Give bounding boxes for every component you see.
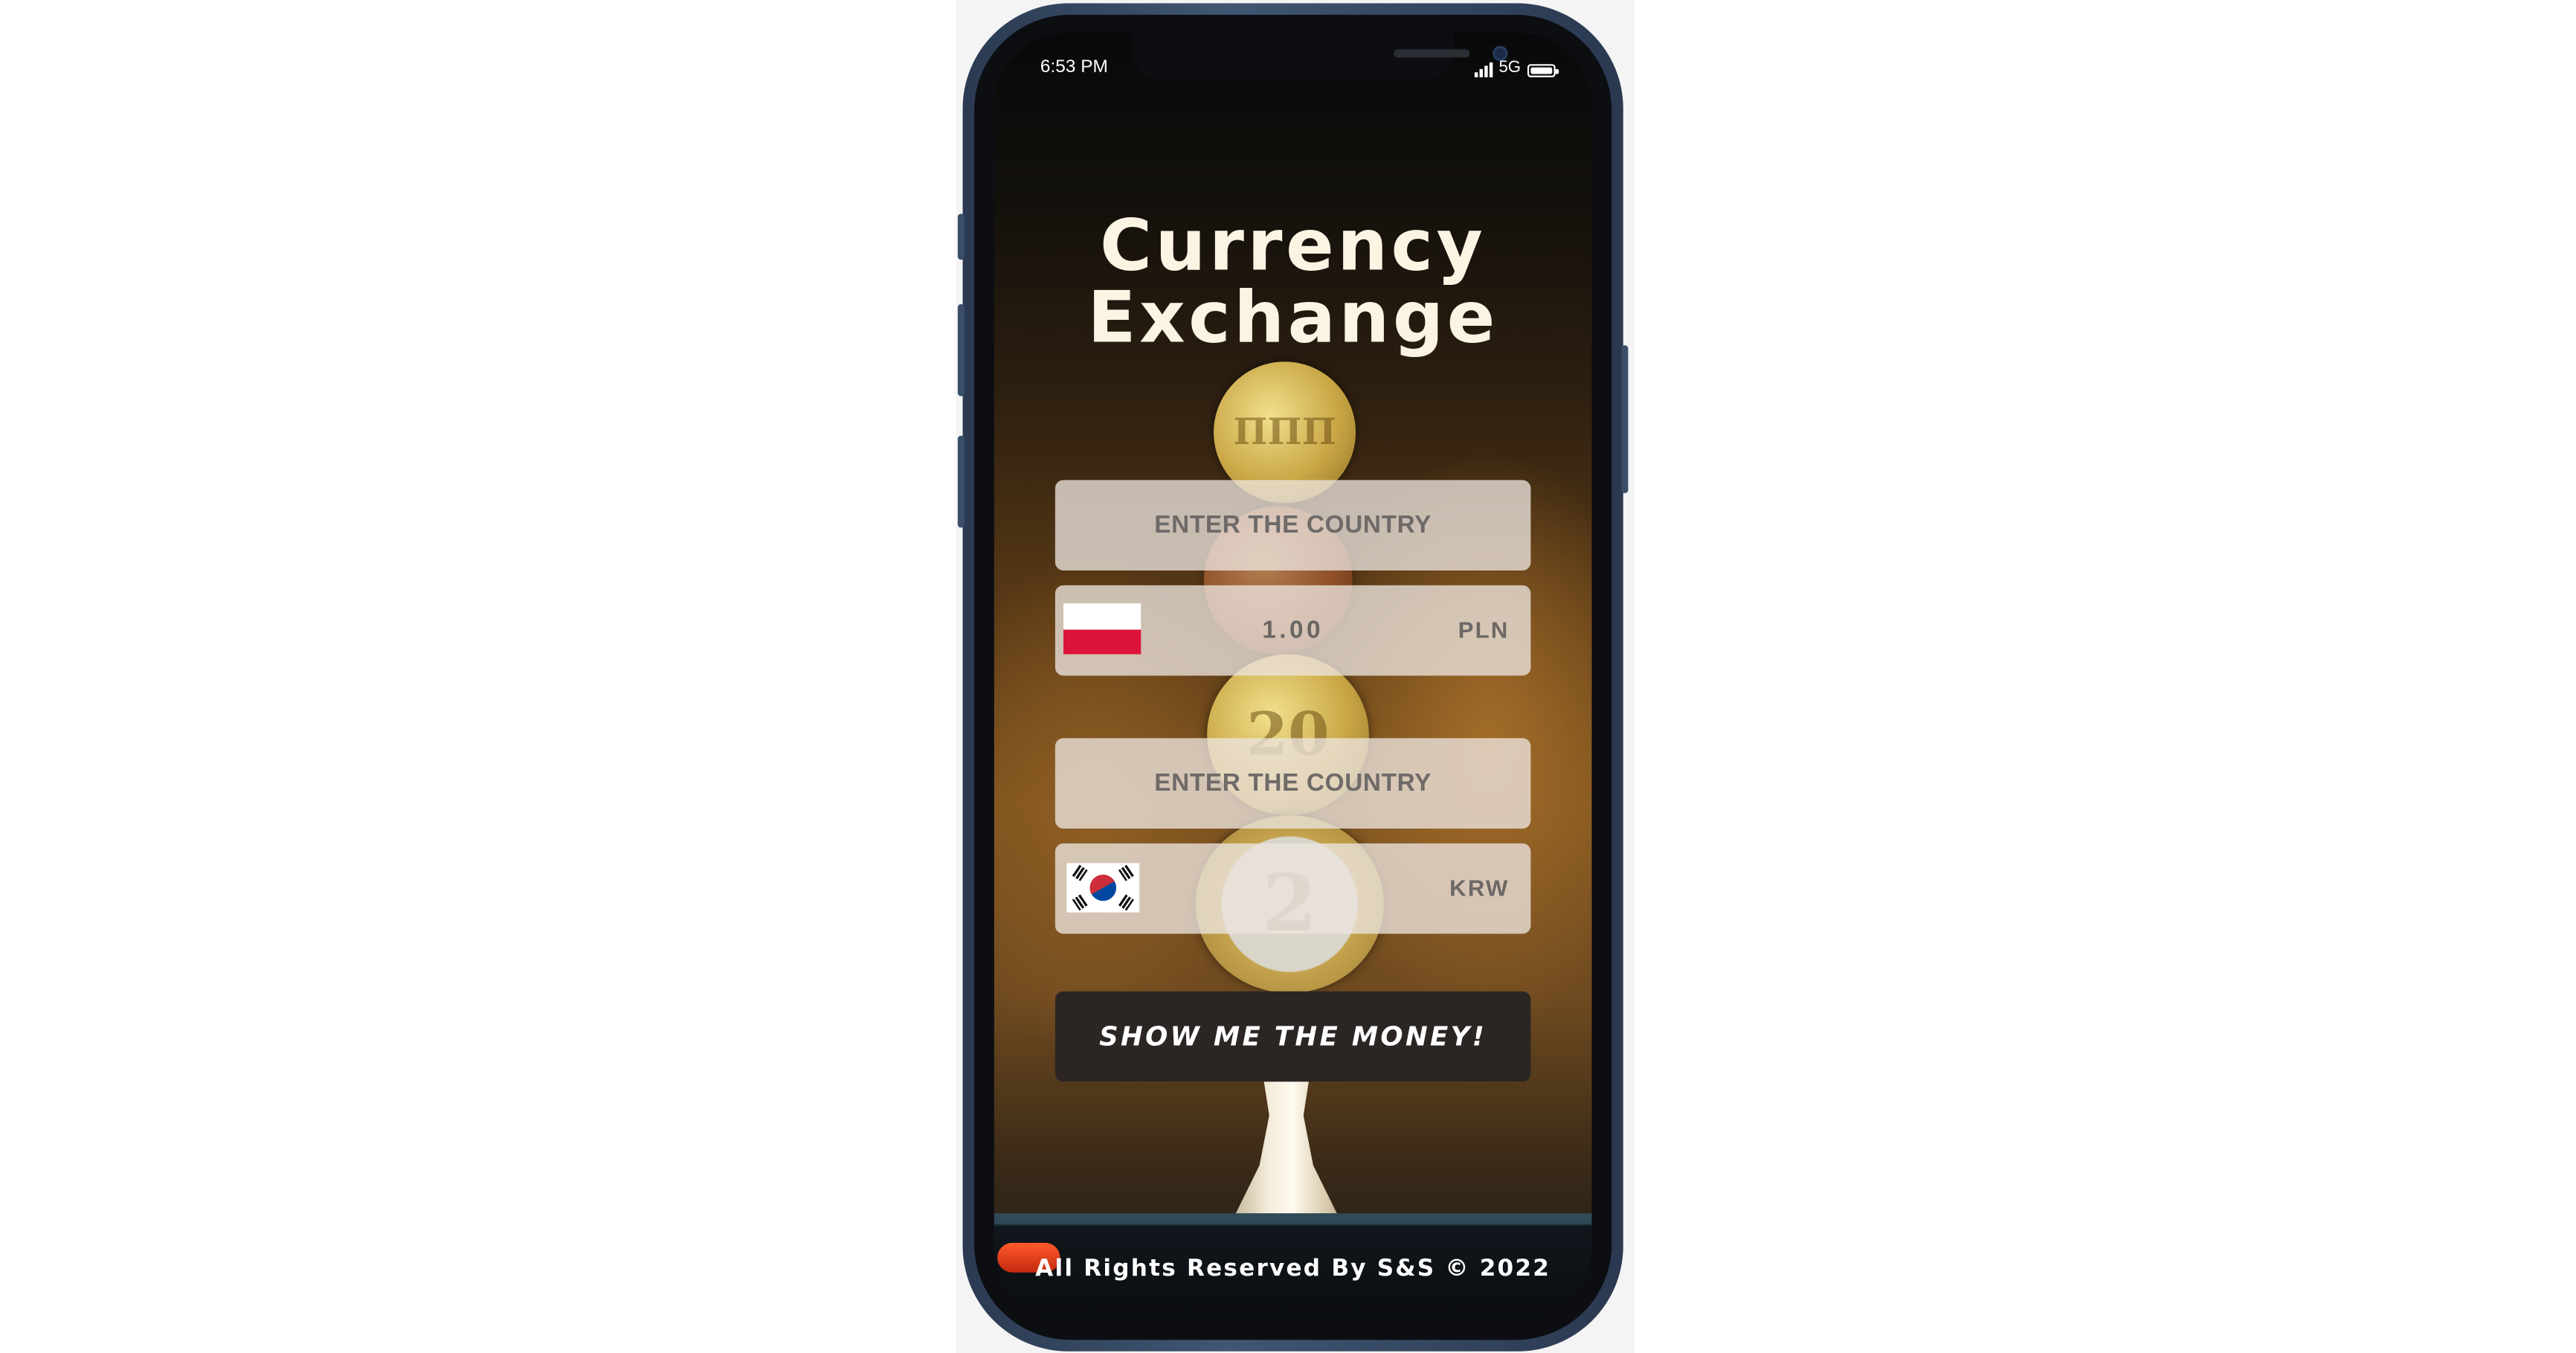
notch [1133, 33, 1508, 83]
speaker-grille [1394, 49, 1470, 58]
status-time: 6:53 PM [1040, 57, 1108, 77]
from-currency-code: PLN [1458, 616, 1510, 643]
south-korea-flag-icon[interactable] [1066, 863, 1140, 913]
volume-up-button [957, 303, 965, 396]
volume-down-button [957, 435, 965, 528]
from-amount-row[interactable]: 1.00 PLN [1054, 585, 1531, 676]
to-currency-code: KRW [1449, 874, 1510, 902]
to-amount-row[interactable]: KRW [1054, 843, 1531, 934]
from-country-input[interactable]: ENTER THE COUNTRY [1054, 480, 1531, 571]
from-country-placeholder: ENTER THE COUNTRY [1154, 511, 1432, 539]
app-title-line2: Exchange [1087, 277, 1498, 361]
network-type: 5G [1498, 59, 1522, 77]
status-indicators: 5G [1474, 59, 1559, 77]
poland-flag-icon[interactable] [1063, 603, 1142, 655]
signal-icon [1474, 62, 1493, 77]
power-button [1621, 345, 1629, 494]
footer-copyright: All Rights Reserved By S&S © 2022 [1035, 1256, 1551, 1282]
app-screen: ΠΠΠ 20 2 6:53 PM 5G Currency Exchange EN… [994, 33, 1592, 1319]
to-country-placeholder: ENTER THE COUNTRY [1154, 769, 1432, 797]
to-country-input[interactable]: ENTER THE COUNTRY [1054, 738, 1531, 829]
app-title-line1: Currency [1099, 205, 1487, 288]
battery-icon [1527, 64, 1559, 77]
from-amount-input[interactable]: 1.00 [1171, 585, 1415, 676]
show-money-button[interactable]: SHOW ME THE MONEY! [1054, 991, 1531, 1082]
pawn-image [1230, 1068, 1343, 1225]
mute-switch [957, 213, 965, 260]
